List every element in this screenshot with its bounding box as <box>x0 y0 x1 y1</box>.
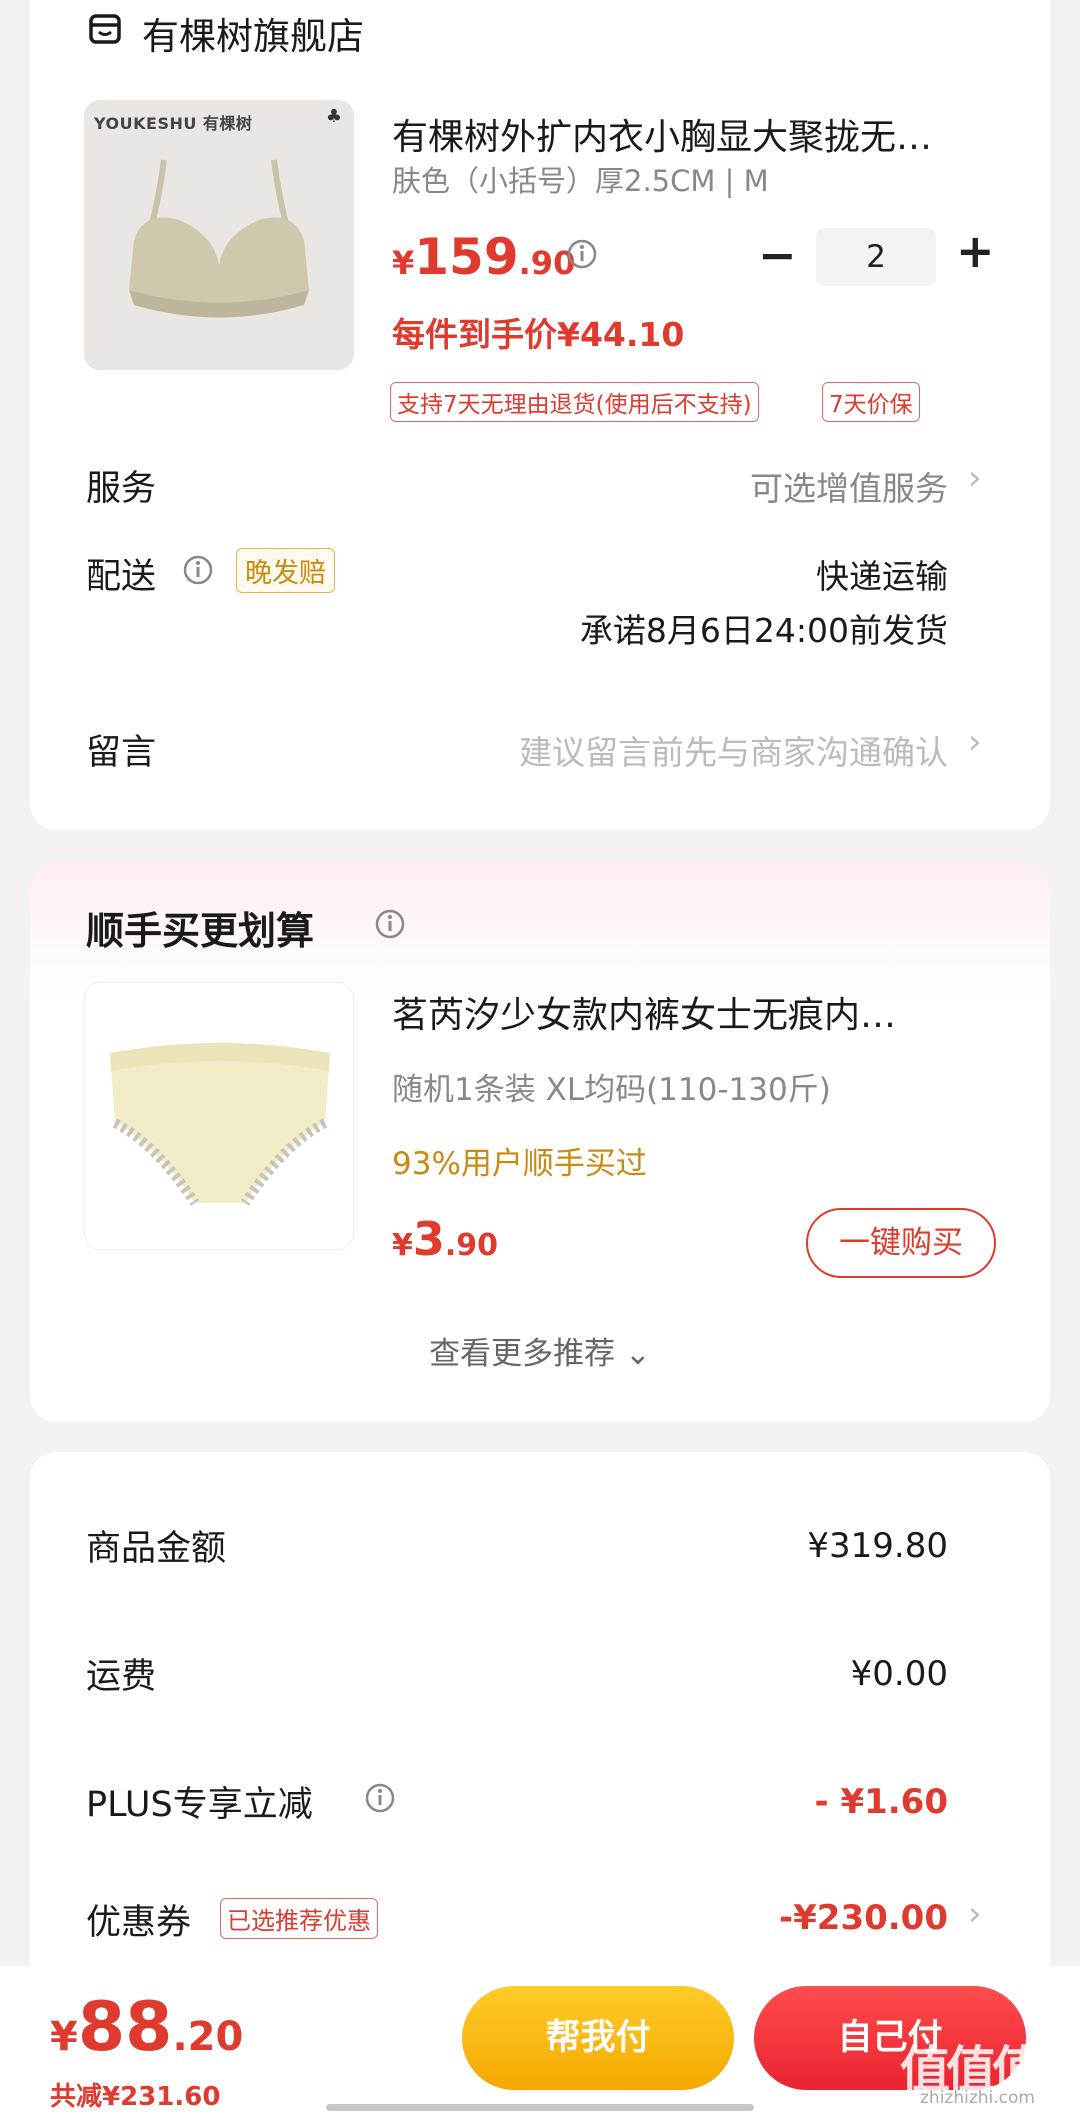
recommend-info-icon[interactable] <box>374 908 406 940</box>
store-name[interactable]: 有棵树旗舰店 <box>142 6 364 60</box>
recommend-title: 顺手买更划算 <box>86 909 315 953</box>
message-chevron-icon[interactable]: › <box>968 722 982 762</box>
price-protect-tag: 7天价保 <box>822 382 920 422</box>
recommend-price: ¥3.90 <box>392 1212 499 1266</box>
delivery-method[interactable]: 快递运输 <box>816 550 948 598</box>
more-recommendations-link[interactable]: 查看更多推荐 ⌄ <box>0 1328 1080 1373</box>
product-spec[interactable]: 肤色（小括号）厚2.5CM | M <box>392 158 769 200</box>
recommend-bought-rate: 93%用户顺手买过 <box>392 1146 647 1182</box>
quantity-increase-button[interactable]: + <box>956 226 995 276</box>
help-me-pay-button[interactable]: 帮我付 <box>462 1986 734 2090</box>
message-label: 留言 <box>86 733 157 773</box>
club-icon: ♣ <box>325 106 342 127</box>
message-input[interactable]: 建议留言前先与商家沟通确认 <box>519 726 948 774</box>
coupon-selected-tag: 已选推荐优惠 <box>220 1898 378 1939</box>
total-saved[interactable]: 共减¥231.60 <box>50 2076 220 2113</box>
delivery-label: 配送 <box>86 557 157 597</box>
store-icon <box>89 14 121 44</box>
service-label: 服务 <box>86 469 157 509</box>
recommend-thumbnail[interactable] <box>84 982 354 1250</box>
late-compensation-tag: 晚发赔 <box>236 548 335 593</box>
delivery-info-icon[interactable] <box>182 554 214 586</box>
plus-discount-value: - ¥1.60 <box>814 1782 949 1822</box>
coupon-value[interactable]: -¥230.00 <box>779 1898 948 1938</box>
shipping-value: ¥0.00 <box>850 1654 948 1694</box>
coupon-label: 优惠券 <box>86 1903 192 1943</box>
quantity-decrease-button[interactable]: − <box>758 230 797 280</box>
watermark-site: zhizhizhi.com <box>920 2088 1035 2108</box>
product-title[interactable]: 有棵树外扩内衣小胸显大聚拢无… <box>392 108 982 160</box>
quantity-input[interactable]: 2 <box>816 228 936 286</box>
panty-image <box>110 1043 330 1206</box>
home-indicator[interactable] <box>326 2104 754 2111</box>
total-price: ¥88.20 <box>50 1988 244 2067</box>
goods-amount-value: ¥319.80 <box>807 1526 948 1566</box>
service-chevron-icon[interactable]: › <box>968 458 982 498</box>
delivery-promise: 承诺8月6日24:00前发货 <box>579 611 948 650</box>
shipping-label: 运费 <box>86 1657 157 1697</box>
return-policy-tag: 支持7天无理由退货(使用后不支持) <box>390 382 759 422</box>
coupon-chevron-icon[interactable]: › <box>968 1894 982 1934</box>
goods-amount-label: 商品金额 <box>86 1529 227 1569</box>
one-click-buy-button[interactable]: 一键购买 <box>806 1208 996 1278</box>
product-thumbnail[interactable]: YOUKESHU 有棵树 ♣ <box>84 100 354 370</box>
recommend-product-spec: 随机1条装 XL均码(110-130斤) <box>392 1072 831 1108</box>
plus-discount-label: PLUS专享立减 <box>86 1785 313 1825</box>
unit-price: 每件到手价¥44.10 <box>392 315 685 354</box>
recommend-product-name[interactable]: 茗芮汐少女款内裤女士无痕内… <box>392 986 982 1038</box>
price-info-icon[interactable] <box>566 238 598 270</box>
plus-info-icon[interactable] <box>364 1782 396 1814</box>
bra-image <box>129 159 309 318</box>
service-value[interactable]: 可选增值服务 <box>750 462 948 510</box>
product-price: ¥159.90 <box>392 228 576 286</box>
product-thumb-brand: YOUKESHU 有棵树 <box>94 114 253 133</box>
